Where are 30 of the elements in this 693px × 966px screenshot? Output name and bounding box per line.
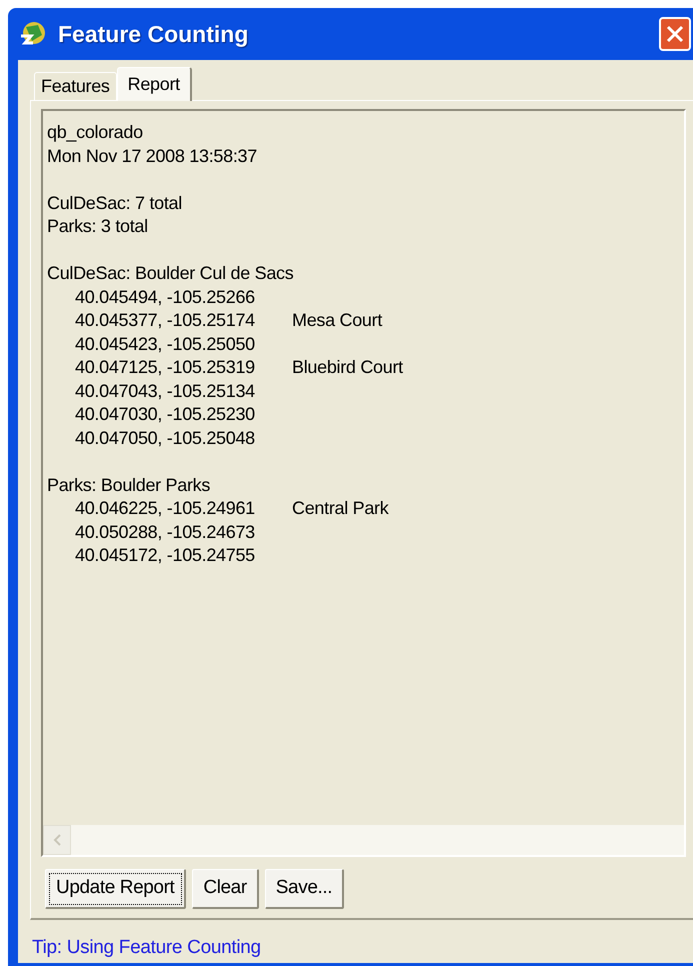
coordinates-text: 40.045494, -105.25266 bbox=[75, 286, 256, 308]
coordinates-text: 40.045172, -105.24755 bbox=[75, 544, 256, 567]
horizontal-scrollbar[interactable] bbox=[43, 825, 684, 855]
coordinates-text: 40.047050, -105.25048 bbox=[75, 426, 256, 450]
action-button[interactable]: Update Report bbox=[45, 869, 186, 909]
coordinates-text: 40.047030, -105.25230 bbox=[75, 403, 256, 426]
report-line: Parks: 3 total bbox=[47, 215, 148, 238]
close-button[interactable] bbox=[659, 17, 691, 51]
tab[interactable]: Report bbox=[116, 67, 192, 101]
report-line: Mon Nov 17 2008 13:58:37 bbox=[47, 144, 257, 168]
action-button[interactable]: Save... bbox=[264, 869, 344, 909]
place-name: Mesa Court bbox=[292, 309, 382, 332]
report-line: qb_colorado bbox=[47, 121, 143, 144]
coordinates-text: 40.050288, -105.24673 bbox=[75, 520, 256, 544]
window-title: Feature Counting bbox=[58, 20, 248, 49]
report-line: CulDeSac: 7 total bbox=[47, 192, 182, 214]
tip-link[interactable]: Tip: Using Feature Counting bbox=[18, 934, 693, 962]
coordinates-text: 40.045377, -105.25174 bbox=[75, 309, 256, 332]
action-button[interactable]: Clear bbox=[192, 869, 259, 909]
scroll-left-button[interactable] bbox=[43, 825, 71, 855]
report-line: Parks: Boulder Parks bbox=[47, 474, 210, 496]
coordinates-text: 40.047043, -105.25134 bbox=[75, 380, 256, 402]
coordinates-text: 40.047125, -105.25319 bbox=[75, 356, 256, 379]
coordinates-text: 40.045423, -105.25050 bbox=[75, 332, 256, 356]
place-name: Bluebird Court bbox=[292, 356, 403, 379]
coordinates-text: 40.046225, -105.24961 bbox=[75, 497, 256, 520]
report-line: CulDeSac: Boulder Cul de Sacs bbox=[47, 262, 294, 285]
place-name: Central Park bbox=[292, 497, 388, 520]
tab[interactable]: Features bbox=[34, 72, 117, 100]
close-icon bbox=[665, 24, 685, 44]
